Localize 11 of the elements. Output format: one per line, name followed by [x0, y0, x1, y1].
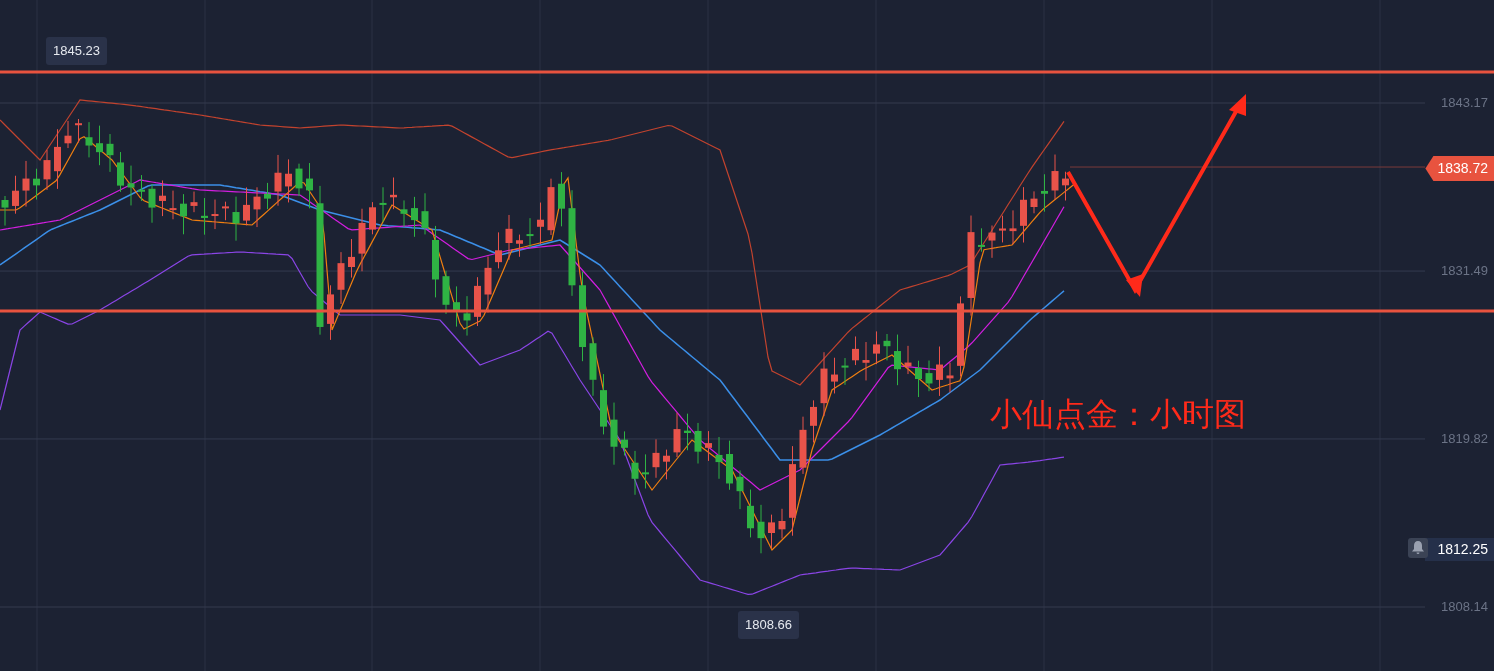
bell-icon [1411, 540, 1425, 556]
axis-label: 1808.14 [1441, 599, 1488, 615]
low-price-marker: 1808.66 [738, 611, 799, 639]
current-price-tag: 1838.72 [1425, 156, 1494, 181]
axis-label: 1831.49 [1441, 263, 1488, 280]
axis-label: 1819.82 [1441, 430, 1488, 447]
axis-label: 1843.17 [1441, 95, 1488, 111]
high-price-marker: 1845.23 [46, 37, 107, 65]
alert-price-label: 1812.25 [1425, 537, 1494, 561]
chart-annotation: 小仙点金：小时图 [990, 395, 1246, 434]
alert-button[interactable] [1408, 537, 1428, 558]
